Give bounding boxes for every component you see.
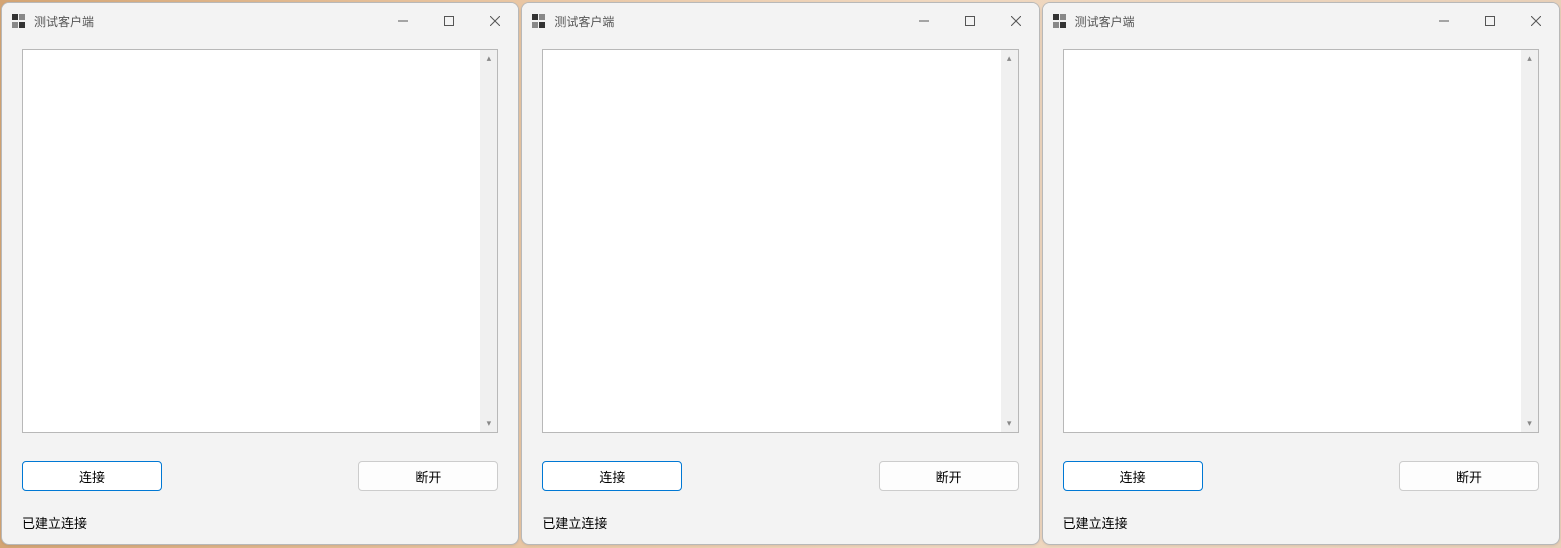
close-button[interactable] [993, 3, 1039, 39]
scroll-up-icon[interactable]: ▴ [1521, 50, 1538, 67]
status-label: 已建立连接 [542, 513, 1018, 532]
maximize-button[interactable] [1467, 3, 1513, 39]
window-title: 测试客户端 [554, 13, 900, 30]
status-label: 已建立连接 [1063, 513, 1539, 532]
scroll-down-icon[interactable]: ▾ [1521, 415, 1538, 432]
status-label: 已建立连接 [22, 513, 498, 532]
disconnect-button[interactable]: 断开 [1399, 461, 1539, 491]
window-controls [380, 3, 518, 39]
app-icon [532, 14, 546, 28]
connect-button[interactable]: 连接 [1063, 461, 1203, 491]
window-controls [1421, 3, 1559, 39]
window-content: ▴ ▾ 连接 断开 已建立连接 [1043, 39, 1559, 544]
close-button[interactable] [1513, 3, 1559, 39]
maximize-button[interactable] [426, 3, 472, 39]
client-window: 测试客户端 ▴ ▾ 连接 断开 已建立连接 [1042, 2, 1560, 545]
scroll-up-icon[interactable]: ▴ [480, 50, 497, 67]
log-text [1064, 50, 1538, 432]
app-icon [12, 14, 26, 28]
titlebar[interactable]: 测试客户端 [1043, 3, 1559, 39]
log-textarea[interactable]: ▴ ▾ [542, 49, 1018, 433]
window-content: ▴ ▾ 连接 断开 已建立连接 [522, 39, 1038, 544]
log-textarea[interactable]: ▴ ▾ [22, 49, 498, 433]
connect-button[interactable]: 连接 [22, 461, 162, 491]
minimize-button[interactable] [901, 3, 947, 39]
client-window: 测试客户端 ▴ ▾ 连接 断开 已建立连接 [1, 2, 519, 545]
disconnect-button[interactable]: 断开 [879, 461, 1019, 491]
window-controls [901, 3, 1039, 39]
disconnect-button[interactable]: 断开 [358, 461, 498, 491]
scrollbar[interactable]: ▴ ▾ [480, 50, 497, 432]
minimize-button[interactable] [380, 3, 426, 39]
scroll-down-icon[interactable]: ▾ [1001, 415, 1018, 432]
scrollbar[interactable]: ▴ ▾ [1001, 50, 1018, 432]
titlebar[interactable]: 测试客户端 [522, 3, 1038, 39]
app-icon [1053, 14, 1067, 28]
button-row: 连接 断开 [542, 461, 1018, 491]
window-title: 测试客户端 [1075, 13, 1421, 30]
log-textarea[interactable]: ▴ ▾ [1063, 49, 1539, 433]
minimize-button[interactable] [1421, 3, 1467, 39]
log-text [23, 50, 497, 432]
client-window: 测试客户端 ▴ ▾ 连接 断开 已建立连接 [521, 2, 1039, 545]
connect-button[interactable]: 连接 [542, 461, 682, 491]
window-content: ▴ ▾ 连接 断开 已建立连接 [2, 39, 518, 544]
scroll-up-icon[interactable]: ▴ [1001, 50, 1018, 67]
log-text [543, 50, 1017, 432]
close-button[interactable] [472, 3, 518, 39]
button-row: 连接 断开 [22, 461, 498, 491]
window-title: 测试客户端 [34, 13, 380, 30]
maximize-button[interactable] [947, 3, 993, 39]
scrollbar[interactable]: ▴ ▾ [1521, 50, 1538, 432]
button-row: 连接 断开 [1063, 461, 1539, 491]
scroll-down-icon[interactable]: ▾ [480, 415, 497, 432]
titlebar[interactable]: 测试客户端 [2, 3, 518, 39]
